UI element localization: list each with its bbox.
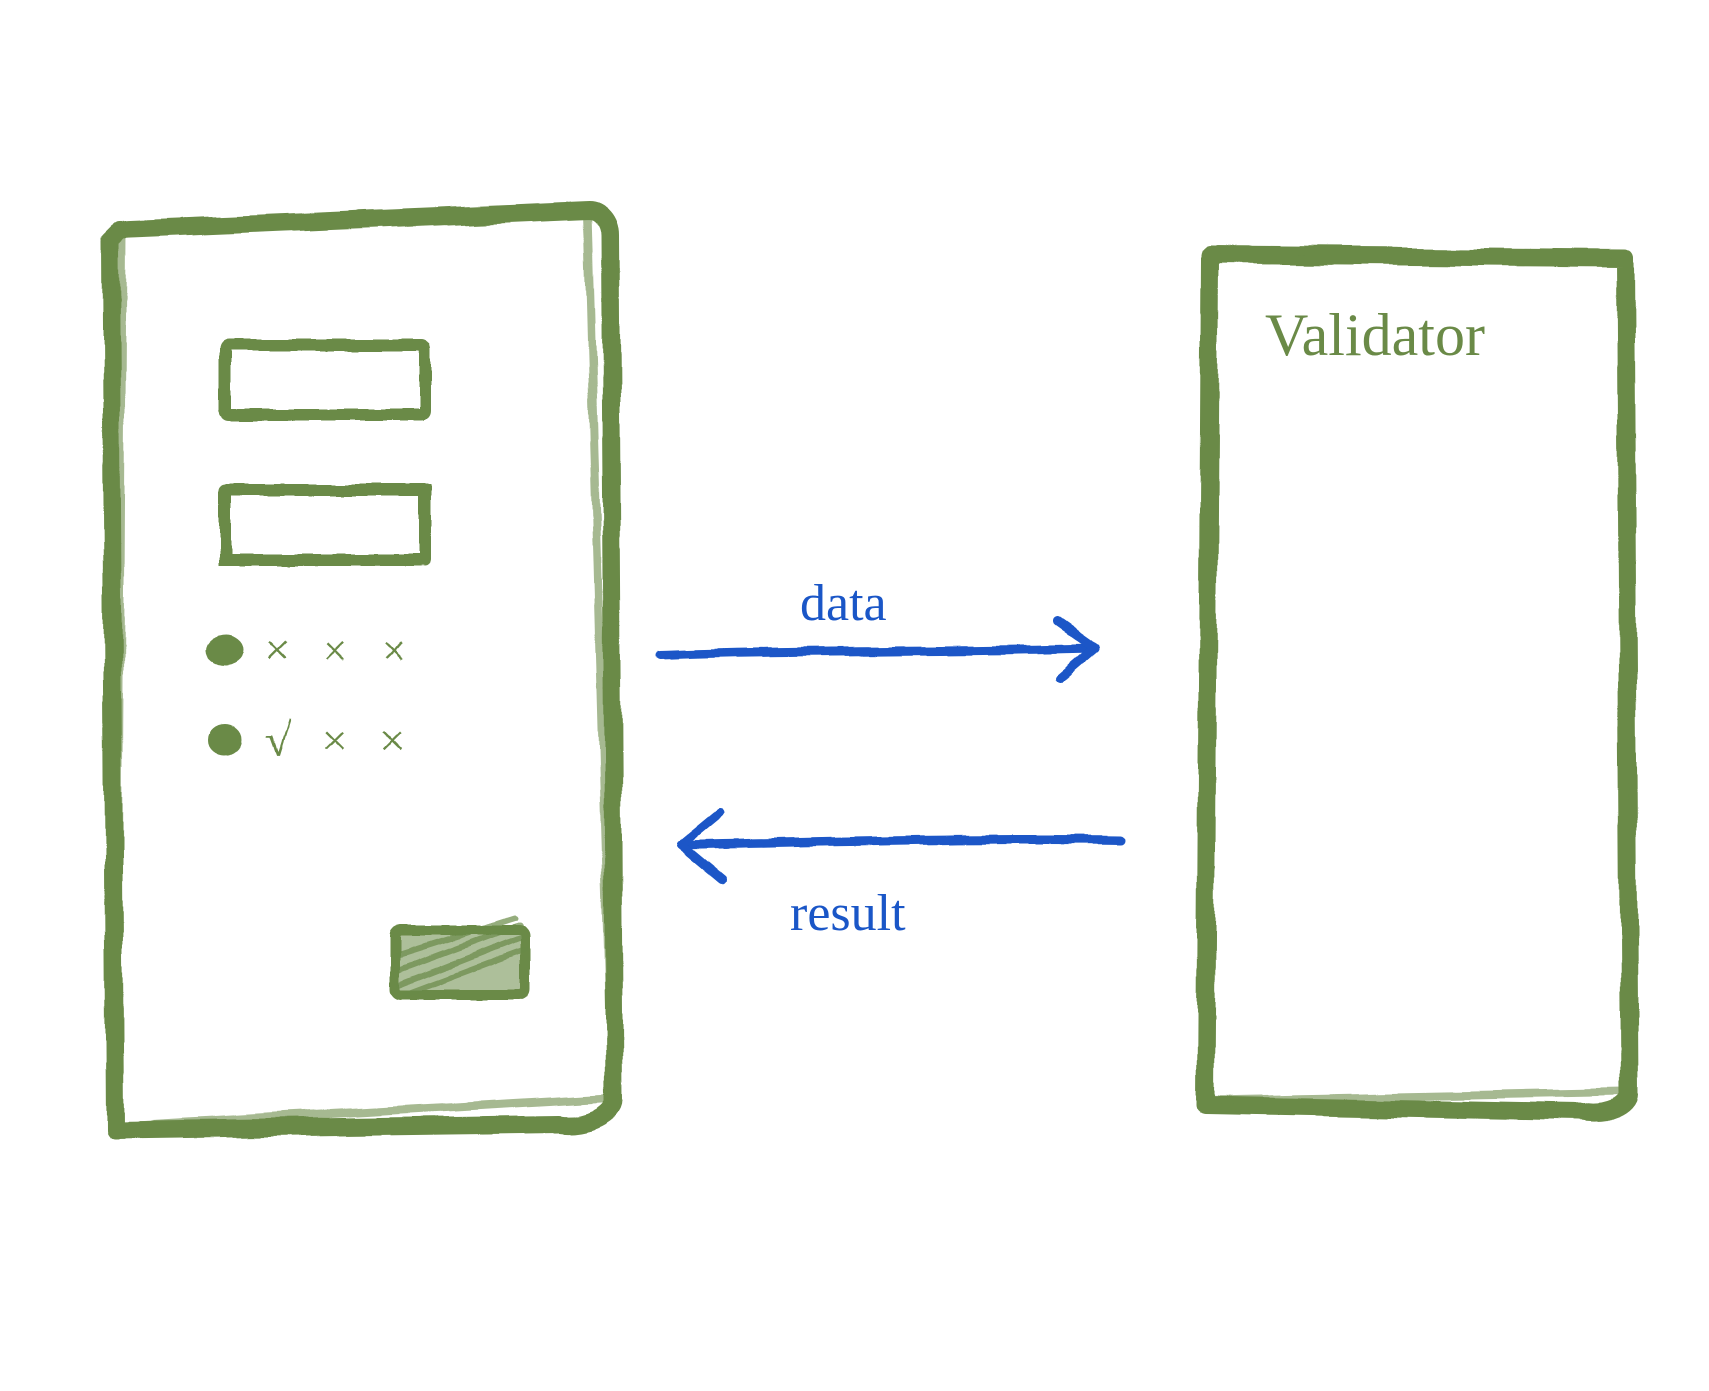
arrow-result [680, 812, 1120, 880]
form-contents: × × × √ × × [209, 345, 525, 995]
form-radio-marks-1: × × × [265, 625, 416, 676]
validator-box [1205, 255, 1630, 1114]
form-input-1 [225, 345, 425, 415]
form-radio-marks-2: √ × × [265, 715, 415, 766]
validator-title: Validator [1265, 302, 1485, 368]
form-radio-row-2: √ × × [211, 715, 415, 766]
form-input-2 [225, 490, 425, 560]
arrow-data-label: data [800, 575, 887, 632]
diagram-canvas: × × × √ × × Validator data result [0, 0, 1709, 1391]
form-submit-button [395, 918, 525, 995]
arrow-result-label: result [790, 885, 906, 942]
form-radio-row-1: × × × [209, 625, 416, 676]
